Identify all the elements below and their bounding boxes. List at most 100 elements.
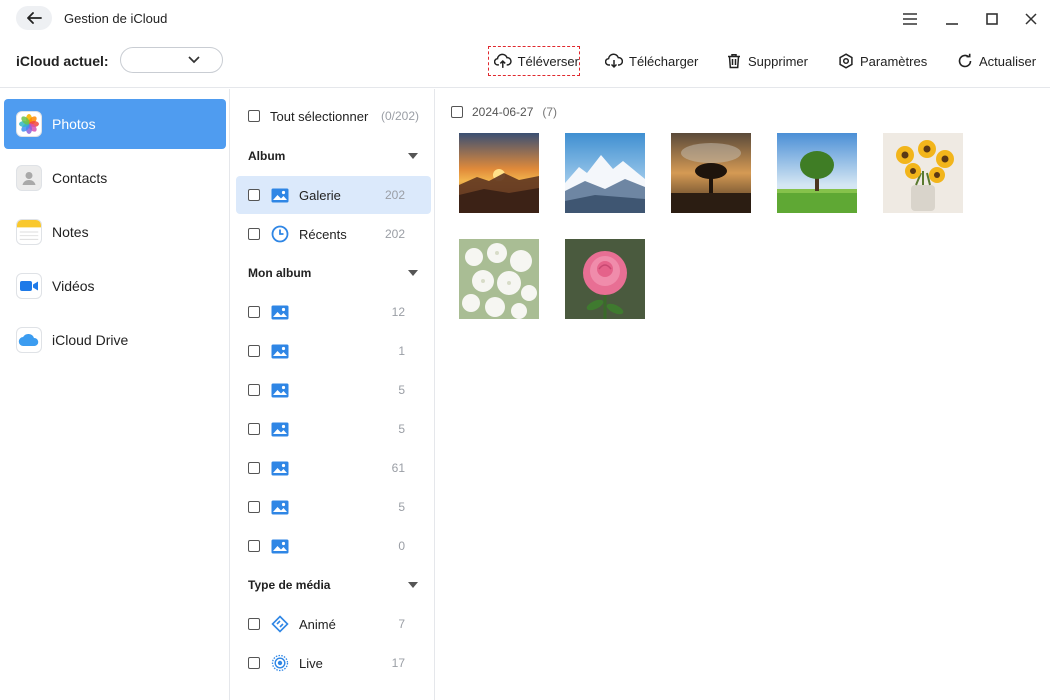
refresh-icon <box>958 53 972 68</box>
album-section-title: Album <box>248 149 286 163</box>
image-icon <box>270 341 290 361</box>
media-count: 17 <box>391 656 405 670</box>
album-checkbox[interactable] <box>248 540 260 552</box>
media-label: Animé <box>299 616 336 632</box>
settings-label: Paramètres <box>860 53 928 69</box>
cloud-upload-icon <box>494 53 512 68</box>
snowy-mountains-photo[interactable] <box>565 133 645 213</box>
title-bar: Gestion de iCloud <box>0 0 1050 38</box>
sidebar: Photos Contacts Notes Vidéos iCloud Driv… <box>0 89 230 700</box>
album-row-galerie[interactable]: Galerie 202 <box>236 176 431 214</box>
image-icon <box>270 185 290 205</box>
album-label: Récents <box>299 226 347 242</box>
my-album-row[interactable]: 0 <box>236 527 431 565</box>
lone-tree-sunset-photo[interactable] <box>671 133 751 213</box>
album-count: 0 <box>398 539 405 553</box>
back-button[interactable] <box>16 6 52 30</box>
icloud-drive-icon <box>16 327 42 353</box>
my-album-row[interactable]: 5 <box>236 488 431 526</box>
close-button[interactable] <box>1021 9 1041 29</box>
album-count: 12 <box>391 305 405 319</box>
sunflowers-vase-photo[interactable] <box>883 133 963 213</box>
media-count: 7 <box>398 617 405 631</box>
arrow-left-icon <box>27 12 42 24</box>
white-flowers-photo[interactable] <box>459 239 539 319</box>
close-icon <box>1025 13 1037 25</box>
select-all-count: (0/202) <box>380 109 419 123</box>
settings-button[interactable]: Paramètres <box>838 46 927 76</box>
album-checkbox[interactable] <box>248 501 260 513</box>
delete-button[interactable]: Supprimer <box>726 46 808 76</box>
image-icon <box>270 497 290 517</box>
album-panel: Tout sélectionner (0/202) Album Galerie … <box>231 89 435 700</box>
media-row-live[interactable]: Live 17 <box>236 644 431 682</box>
sidebar-item-contacts[interactable]: Contacts <box>4 153 226 203</box>
my-album-row[interactable]: 5 <box>236 410 431 448</box>
album-row-recents[interactable]: Récents 202 <box>236 215 431 253</box>
select-all-row[interactable]: Tout sélectionner (0/202) <box>236 97 431 135</box>
upload-label: Téléverser <box>517 53 579 69</box>
green-tree-field-photo[interactable] <box>777 133 857 213</box>
contacts-app-icon <box>16 165 42 191</box>
minimize-button[interactable] <box>942 9 962 29</box>
date-group-checkbox[interactable] <box>451 106 463 118</box>
sidebar-item-notes[interactable]: Notes <box>4 207 226 257</box>
album-checkbox[interactable] <box>248 189 260 201</box>
caret-down-icon <box>408 153 418 159</box>
sidebar-item-label: Contacts <box>52 170 108 186</box>
select-all-label: Tout sélectionner <box>270 108 369 124</box>
refresh-button[interactable]: Actualiser <box>957 46 1036 76</box>
my-album-row[interactable]: 61 <box>236 449 431 487</box>
upload-button[interactable]: Téléverser <box>488 46 580 76</box>
sidebar-item-label: iCloud Drive <box>52 332 129 348</box>
cloud-download-icon <box>605 53 623 69</box>
caret-down-icon <box>408 270 418 276</box>
live-photo-icon <box>270 653 290 673</box>
my-album-row[interactable]: 1 <box>236 332 431 370</box>
album-checkbox[interactable] <box>248 306 260 318</box>
media-type-section-title: Type de média <box>248 578 331 592</box>
icloud-account-select[interactable] <box>120 47 223 73</box>
sunset-mountains-photo[interactable] <box>459 133 539 213</box>
media-row-animated[interactable]: Animé 7 <box>236 605 431 643</box>
videos-app-icon <box>16 273 42 299</box>
sidebar-item-icloud-drive[interactable]: iCloud Drive <box>4 315 226 365</box>
icloud-account-label: iCloud actuel: <box>16 53 109 69</box>
media-type-section-header[interactable]: Type de média <box>248 575 418 595</box>
album-checkbox[interactable] <box>248 345 260 357</box>
album-count: 5 <box>398 422 405 436</box>
image-icon <box>270 419 290 439</box>
animated-icon <box>270 614 290 634</box>
album-count: 202 <box>384 188 405 202</box>
album-checkbox[interactable] <box>248 423 260 435</box>
album-checkbox[interactable] <box>248 384 260 396</box>
media-checkbox[interactable] <box>248 618 260 630</box>
my-album-section-title: Mon album <box>248 266 312 280</box>
my-album-row[interactable]: 5 <box>236 371 431 409</box>
date-group-header[interactable]: 2024-06-27 (7) <box>451 105 557 119</box>
photo-grid-area: 2024-06-27 (7) <box>436 89 1050 700</box>
maximize-button[interactable] <box>982 9 1002 29</box>
download-button[interactable]: Télécharger <box>605 46 698 76</box>
sidebar-item-photos[interactable]: Photos <box>4 99 226 149</box>
caret-down-icon <box>408 582 418 588</box>
album-section-header[interactable]: Album <box>248 146 418 166</box>
select-all-checkbox[interactable] <box>248 110 260 122</box>
album-checkbox[interactable] <box>248 462 260 474</box>
sidebar-item-videos[interactable]: Vidéos <box>4 261 226 311</box>
album-count: 61 <box>391 461 405 475</box>
clock-icon <box>270 224 290 244</box>
window-title: Gestion de iCloud <box>64 11 168 26</box>
pink-rose-photo[interactable] <box>565 239 645 319</box>
media-checkbox[interactable] <box>248 657 260 669</box>
minimize-icon <box>946 23 958 25</box>
delete-label: Supprimer <box>748 53 808 69</box>
my-album-row[interactable]: 12 <box>236 293 431 331</box>
menu-button[interactable] <box>900 9 920 29</box>
my-album-section-header[interactable]: Mon album <box>248 263 418 283</box>
album-checkbox[interactable] <box>248 228 260 240</box>
date-group-count: (7) <box>542 105 558 119</box>
image-icon <box>270 536 290 556</box>
trash-icon <box>728 54 740 69</box>
album-count: 5 <box>398 383 405 397</box>
